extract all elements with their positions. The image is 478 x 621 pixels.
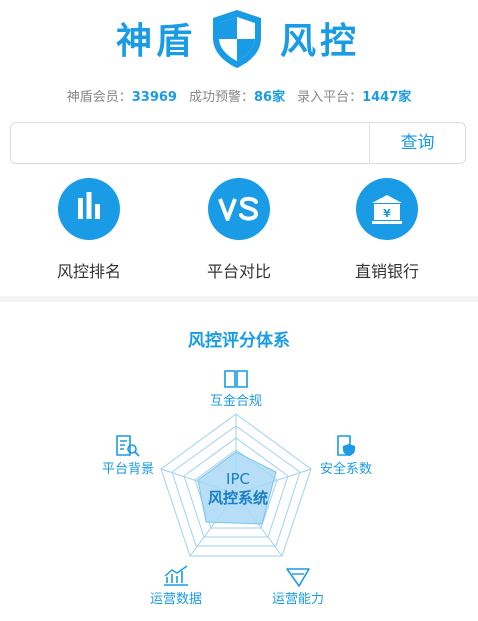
book-icon (224, 370, 248, 388)
shield-icon (213, 10, 261, 68)
dimension-operation-data[interactable]: 运营数据 (136, 564, 216, 607)
brand-name-right: 风控 (280, 21, 361, 62)
center-label-system: 风控系统 (207, 489, 268, 507)
search-input[interactable] (11, 123, 369, 163)
line-chart-icon (164, 565, 188, 586)
vs-icon (218, 196, 259, 221)
warnings-label: 成功预警： (188, 90, 254, 105)
risk-system-section: 风控评分体系 IPC 风控系统 互金合规 安全系数 运营能力 运营数据 平台背景 (0, 302, 478, 621)
dimension-security[interactable]: 安全系数 (304, 434, 388, 477)
feature-label: 风控排名 (56, 262, 121, 281)
page: 神盾 风控 神盾会员：33969 成功预警：86家录入平台：1447家 查询 (0, 0, 478, 621)
feature-label: 平台对比 (206, 262, 271, 281)
feature-label: 直销银行 (354, 262, 419, 281)
feature-direct-bank[interactable]: ¥ 直销银行 (322, 178, 452, 282)
dimension-platform-background[interactable]: 平台背景 (88, 434, 168, 477)
search-button[interactable]: 查询 (369, 123, 465, 163)
warnings-count: 86家 (253, 90, 286, 105)
dimension-label: 运营能力 (271, 592, 324, 607)
feature-circle: ¥ (356, 178, 418, 240)
stats-bar: 神盾会员：33969 成功预警：86家 录入平台：1447家 (0, 86, 478, 106)
bar-chart-icon (78, 192, 100, 219)
shield-document-icon (337, 435, 355, 456)
members-label: 神盾会员： (66, 90, 132, 105)
platforms-count: 1447家 (362, 90, 412, 105)
dimension-label: 平台背景 (101, 462, 154, 477)
feature-nav: 风控排名 平台对比 ¥ 直销银行 (0, 178, 478, 288)
dimension-label: 运营数据 (149, 592, 202, 607)
radar-center-label: IPC 风控系统 (188, 470, 288, 508)
center-label-ipc: IPC (226, 470, 250, 488)
feature-platform-compare[interactable]: 平台对比 (174, 178, 304, 282)
top-section: 神盾 风控 神盾会员：33969 成功预警：86家录入平台：1447家 查询 (0, 0, 478, 296)
feature-circle (58, 178, 120, 240)
feature-risk-ranking[interactable]: 风控排名 (24, 178, 154, 282)
dimension-compliance[interactable]: 互金合规 (196, 368, 276, 409)
svg-text:¥: ¥ (383, 207, 391, 220)
search-box: 查询 (10, 122, 466, 164)
dimension-label: 安全系数 (319, 462, 372, 477)
feature-circle (208, 178, 270, 240)
dimension-operation-ability[interactable]: 运营能力 (258, 566, 338, 607)
bank-icon: ¥ (372, 195, 402, 224)
radar-diagram (160, 413, 312, 557)
dimension-label: 互金合规 (209, 394, 262, 409)
search-document-icon (116, 435, 140, 457)
platforms-label: 录入平台： (297, 90, 363, 105)
brand-name-left: 神盾 (116, 21, 197, 62)
members-count: 33969 (131, 90, 177, 105)
brand-logo: 神盾 风控 (0, 6, 478, 72)
funnel-icon (286, 568, 310, 587)
